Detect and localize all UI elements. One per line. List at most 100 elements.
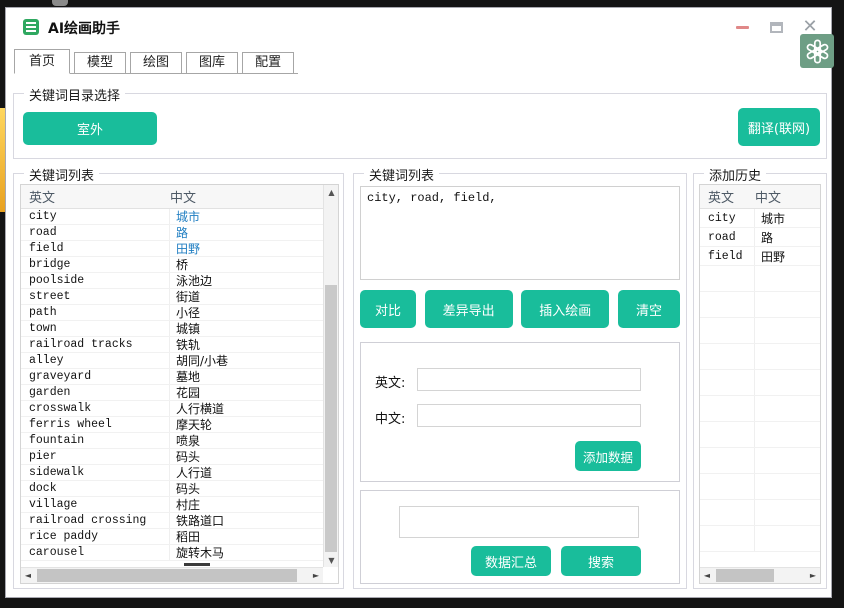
keyword-english: village [21,497,170,512]
minimize-icon[interactable] [733,18,751,36]
chinese-input[interactable] [417,404,641,427]
keyword-chinese: 稻田 [170,528,200,545]
diff-export-button[interactable]: 差异导出 [425,290,513,328]
history-empty-row [700,474,820,500]
keyword-english: carousel [21,545,170,560]
keyword-row[interactable]: town城镇 [21,321,323,337]
scroll-right-icon[interactable]: ► [806,568,820,583]
keyword-english: graveyard [21,369,170,384]
history-column-english: 英文 [700,187,755,206]
compare-button[interactable]: 对比 [360,290,416,328]
keyword-chinese: 城镇 [170,320,200,337]
history-chinese: 路 [755,229,773,246]
keyword-row[interactable]: road路 [21,225,323,241]
history-row[interactable]: field田野 [700,247,820,266]
keyword-row[interactable]: railroad tracks铁轨 [21,337,323,353]
translate-online-button[interactable]: 翻译(联网) [738,108,820,146]
keyword-row[interactable]: poolside泳池边 [21,273,323,289]
keyword-row[interactable]: carousel旋转木马 [21,545,323,561]
keyword-row[interactable]: pier码头 [21,449,323,465]
scroll-up-icon[interactable]: ▲ [324,185,339,199]
tab-gallery[interactable]: 图库 [186,52,238,73]
data-summary-button[interactable]: 数据汇总 [471,546,551,576]
history-row[interactable]: city城市 [700,209,820,228]
history-empty-row [700,344,820,370]
category-groupbox: 关键词目录选择 室外 翻译(联网) [13,93,827,159]
keyword-english: alley [21,353,170,368]
clear-button[interactable]: 清空 [618,290,680,328]
tab-home[interactable]: 首页 [14,49,70,74]
history-column-chinese: 中文 [755,187,781,206]
app-window: AI绘画助手 ✕ 首页模型绘图图库配置 关键词目录选择 室外 翻译(联网) 关键… [5,7,832,598]
keyword-chinese: 田野 [170,240,200,257]
keyword-row[interactable]: street街道 [21,289,323,305]
keyword-row[interactable]: field田野 [21,241,323,257]
history-row[interactable]: road路 [700,228,820,247]
history-table-header: 英文 中文 [700,185,820,209]
keyword-chinese: 摩天轮 [170,416,212,433]
keyword-chinese: 人行横道 [170,400,224,417]
maximize-icon[interactable] [767,18,785,36]
selected-keywords-textarea[interactable]: city, road, field, [360,186,680,280]
history-chinese: 田野 [755,248,785,265]
history-english: field [700,247,755,265]
keyword-english: path [21,305,170,320]
keyword-row[interactable]: graveyard墓地 [21,369,323,385]
scroll-left-icon[interactable]: ◄ [700,568,714,583]
keyword-english: dock [21,481,170,496]
keyword-row[interactable]: dock码头 [21,481,323,497]
app-list-icon [23,19,39,35]
keyword-chinese: 墓地 [170,368,200,385]
search-panel: 数据汇总 搜索 [360,490,680,584]
keyword-row[interactable]: railroad crossing铁路道口 [21,513,323,529]
history-empty-row [700,266,820,292]
keyword-row[interactable]: sidewalk人行道 [21,465,323,481]
keyword-english: street [21,289,170,304]
history-scroll-thumb[interactable] [716,569,774,582]
action-button-row: 对比差异导出插入绘画清空 [360,290,680,328]
keyword-row[interactable]: fountain喷泉 [21,433,323,449]
keyword-row[interactable]: village村庄 [21,497,323,513]
keyword-row[interactable]: path小径 [21,305,323,321]
history-chinese: 城市 [755,210,785,227]
search-button[interactable]: 搜索 [561,546,641,576]
scroll-left-icon[interactable]: ◄ [21,568,35,583]
insert-drawing-button[interactable]: 插入绘画 [521,290,609,328]
history-empty-row [700,526,820,552]
background-notch [52,0,68,6]
tab-drawing[interactable]: 绘图 [130,52,182,73]
vertical-scroll-thumb[interactable] [325,285,337,552]
keyword-english: poolside [21,273,170,288]
keyword-chinese: 路 [170,224,188,241]
clipped-row [21,561,323,566]
keyword-row[interactable]: rice paddy稻田 [21,529,323,545]
keyword-english: ferris wheel [21,417,170,432]
tab-config[interactable]: 配置 [242,52,294,73]
tab-model[interactable]: 模型 [74,52,126,73]
keyword-row[interactable]: city城市 [21,209,323,225]
keyword-english: railroad crossing [21,513,170,528]
keyword-row[interactable]: crosswalk人行横道 [21,401,323,417]
horizontal-scrollbar[interactable]: ◄ ► [21,567,323,583]
scroll-right-icon[interactable]: ► [309,568,323,583]
horizontal-scroll-thumb[interactable] [37,569,297,582]
vertical-scrollbar[interactable]: ▲ ▼ [323,185,338,567]
scroll-down-icon[interactable]: ▼ [324,553,339,567]
add-data-button[interactable]: 添加数据 [575,441,641,471]
keyword-row[interactable]: bridge桥 [21,257,323,273]
history-empty-row [700,448,820,474]
keyword-row[interactable]: ferris wheel摩天轮 [21,417,323,433]
category-outdoor-button[interactable]: 室外 [23,112,157,145]
keyword-english: bridge [21,257,170,272]
history-horizontal-scrollbar[interactable]: ◄ ► [700,567,820,583]
history-empty-row [700,318,820,344]
keyword-english: fountain [21,433,170,448]
english-label: 英文: [375,372,405,391]
english-input[interactable] [417,368,641,391]
search-input[interactable] [399,506,639,538]
history-table: 英文 中文 city城市road路field田野 ◄ ► [699,184,821,584]
keyword-english: garden [21,385,170,400]
keyword-row[interactable]: garden花园 [21,385,323,401]
keyword-table-body: city城市road路field田野bridge桥poolside泳池边stre… [21,209,323,561]
keyword-row[interactable]: alley胡同/小巷 [21,353,323,369]
